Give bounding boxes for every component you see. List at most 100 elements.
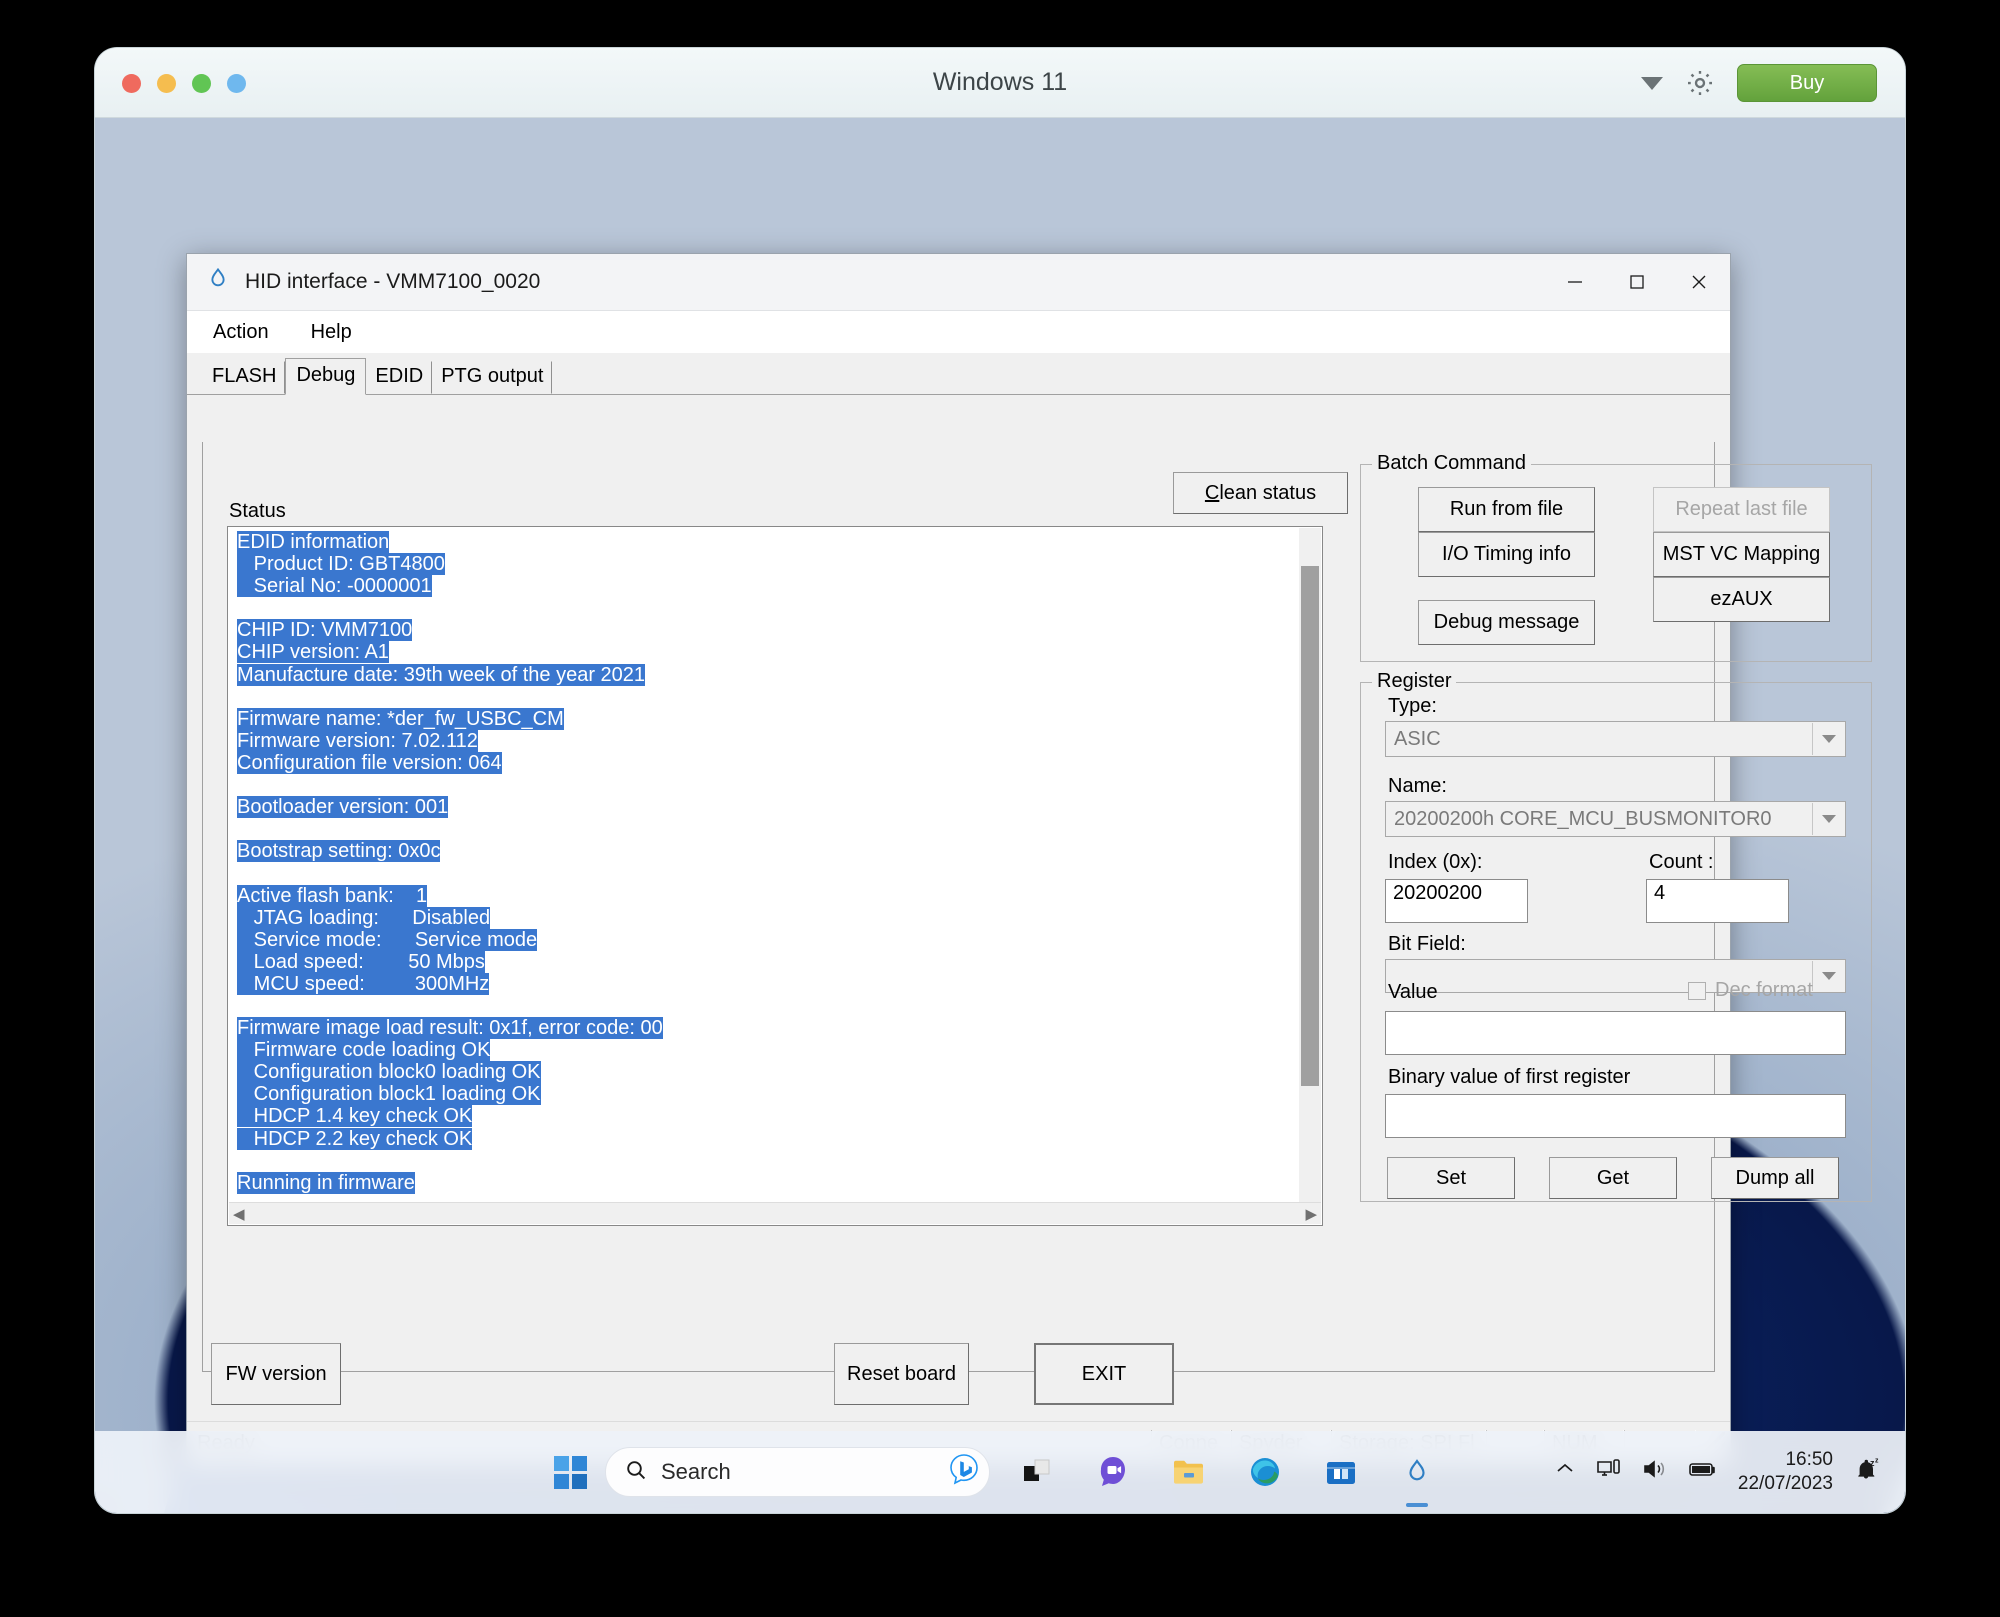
dump-all-button[interactable]: Dump all [1711,1157,1839,1199]
ezaux-button[interactable]: ezAUX [1653,577,1830,622]
clean-status-button[interactable]: Clean status [1173,472,1348,514]
app-menubar: Action Help [187,311,1730,353]
register-count-label: Count : [1649,851,1713,874]
status-log-line: Active flash bank: 1 [237,885,663,907]
status-log-box[interactable]: EDID information Product ID: GBT4800 Ser… [227,526,1323,1226]
status-log-text: EDID information Product ID: GBT4800 Ser… [237,531,663,1194]
status-log-line: Firmware code loading OK [237,1039,663,1061]
status-log-line: JTAG loading: Disabled [237,907,663,929]
chevron-up-icon[interactable] [1554,1458,1576,1486]
fw-version-button[interactable]: FW version [211,1343,341,1405]
volume-icon[interactable] [1642,1457,1668,1487]
status-log-line: CHIP version: A1 [237,641,663,663]
checkbox-box-icon[interactable] [1688,982,1706,1000]
edge-icon[interactable] [1236,1443,1294,1501]
register-index-input[interactable]: 20200200 [1385,879,1528,923]
windows-start-icon[interactable] [554,1456,587,1489]
status-log-line: Bootloader version: 001 [237,796,663,818]
taskbar-time: 16:50 [1738,1448,1833,1472]
chevron-down-icon[interactable] [1812,961,1844,991]
status-log-line: Bootstrap setting: 0x0c [237,840,663,862]
hid-interface-app-icon[interactable] [1388,1443,1446,1501]
register-index-label: Index (0x): [1388,851,1482,874]
hid-interface-window: HID interface - VMM7100_0020 Action Help… [186,253,1731,1466]
tab-edid[interactable]: EDID [366,361,432,394]
search-placeholder-text: Search [661,1459,947,1485]
menu-item-help[interactable]: Help [307,319,356,346]
status-log-line: Serial No: -0000001 [237,575,663,597]
buy-button[interactable]: Buy [1737,64,1877,102]
mac-titlebar: Windows 11 Buy [95,48,1905,118]
status-log-line: HDCP 2.2 key check OK [237,1128,663,1150]
binary-value-input[interactable] [1385,1094,1846,1138]
chevron-down-icon[interactable] [1641,77,1663,90]
status-log-line: Manufacture date: 39th week of the year … [237,664,663,686]
app-maximize-button[interactable] [1606,254,1668,310]
network-icon[interactable] [1596,1457,1622,1487]
register-name-select[interactable]: 20200200h CORE_MCU_BUSMONITOR0 [1385,801,1846,837]
exit-button[interactable]: EXIT [1034,1343,1174,1405]
status-log-line: EDID information [237,531,663,553]
gear-icon[interactable] [1685,68,1715,98]
status-vertical-scrollbar[interactable] [1299,528,1321,1202]
taskbar-system-tray: 16:50 22/07/2023 z z [1554,1448,1881,1497]
battery-icon[interactable] [1688,1459,1718,1485]
scroll-right-arrow-icon[interactable]: ▶ [1305,1205,1317,1223]
status-log-line [237,995,663,1017]
mst-vc-mapping-button[interactable]: MST VC Mapping [1653,532,1830,577]
status-log-line: Firmware version: 7.02.112 [237,730,663,752]
tab-strip: FLASH Debug EDID PTG output [187,353,1730,395]
menu-item-action[interactable]: Action [209,319,273,346]
windows-desktop: HID interface - VMM7100_0020 Action Help… [95,118,1905,1513]
get-button[interactable]: Get [1549,1157,1677,1199]
run-from-file-button[interactable]: Run from file [1418,487,1595,532]
teams-icon[interactable] [1084,1443,1142,1501]
status-vertical-scroll-thumb[interactable] [1301,566,1319,1086]
task-view-icon[interactable] [1008,1443,1066,1501]
bing-chat-icon[interactable] [947,1453,981,1492]
status-horizontal-scrollbar[interactable]: ◀ ▶ [229,1202,1321,1224]
dec-format-checkbox[interactable]: Dec format [1688,979,1813,1002]
status-log-line: MCU speed: 300MHz [237,973,663,995]
app-bottom-buttons: FW version Reset board EXIT [187,1327,1730,1421]
app-close-button[interactable] [1668,254,1730,310]
notification-bell-dnd-icon[interactable]: z z [1853,1455,1881,1489]
chevron-down-icon[interactable] [1812,723,1844,755]
repeat-last-file-button[interactable]: Repeat last file [1653,487,1830,532]
status-log-line [237,1150,663,1172]
tab-ptg-output[interactable]: PTG output [432,361,552,394]
register-count-value: 4 [1654,882,1665,905]
chevron-down-icon[interactable] [1812,803,1844,835]
debug-message-button[interactable]: Debug message [1418,600,1595,645]
binary-value-label: Binary value of first register [1388,1066,1630,1089]
taskbar-clock[interactable]: 16:50 22/07/2023 [1738,1448,1833,1497]
search-input[interactable]: Search [605,1447,990,1497]
reset-board-button[interactable]: Reset board [834,1343,969,1405]
tab-flash[interactable]: FLASH [203,361,285,394]
scroll-left-arrow-icon[interactable]: ◀ [233,1205,245,1223]
status-log-line: Running in firmware [237,1172,663,1194]
register-type-select[interactable]: ASIC [1385,721,1846,757]
app-minimize-button[interactable] [1544,254,1606,310]
status-log-line: Configuration file version: 064 [237,752,663,774]
svg-text:z: z [1875,1458,1879,1465]
status-log-line: HDCP 1.4 key check OK [237,1105,663,1127]
droplet-icon [205,266,231,298]
status-log-line [237,818,663,840]
register-count-input[interactable]: 4 [1646,879,1789,923]
dec-format-label: Dec format [1715,979,1813,1002]
app-titlebar: HID interface - VMM7100_0020 [187,254,1730,311]
microsoft-store-icon[interactable] [1312,1443,1370,1501]
batch-command-group: Batch Command Run from file Repeat last … [1360,464,1872,662]
register-index-value: 20200200 [1393,882,1482,905]
register-type-label: Type: [1388,695,1437,718]
status-log-line [237,597,663,619]
register-label: Register [1372,670,1456,693]
status-log-line: Firmware name: *der_fw_USBC_CM [237,708,663,730]
tab-debug[interactable]: Debug [285,358,366,395]
io-timing-info-button[interactable]: I/O Timing info [1418,532,1595,577]
register-value-input[interactable] [1385,1011,1846,1055]
register-value-label: Value [1388,981,1438,1004]
set-button[interactable]: Set [1387,1157,1515,1199]
file-explorer-icon[interactable] [1160,1443,1218,1501]
